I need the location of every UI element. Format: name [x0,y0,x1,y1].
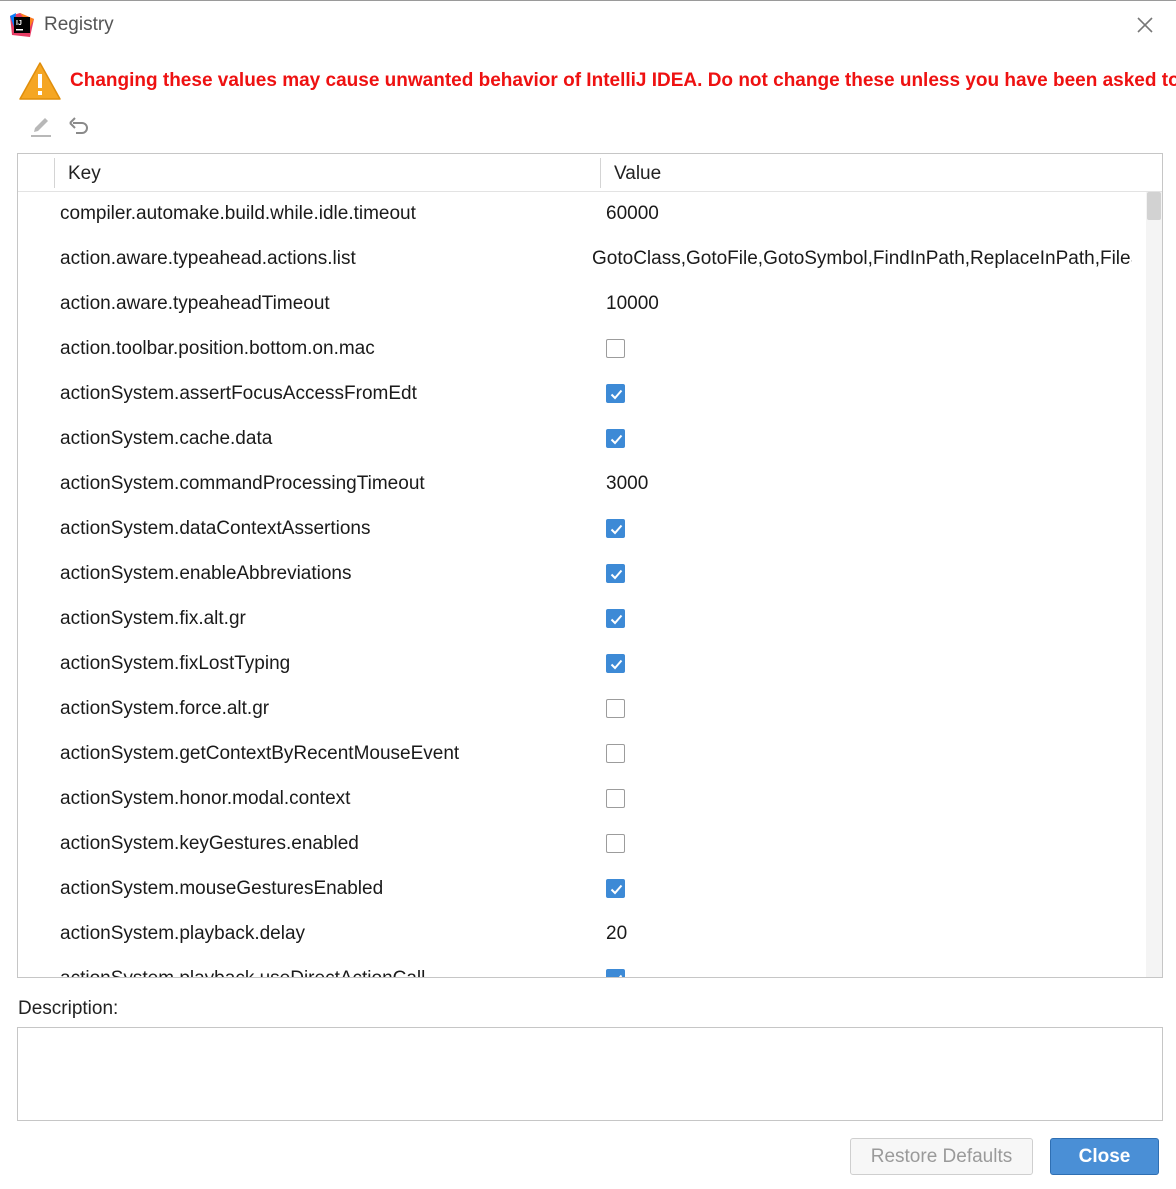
row-value-checkbox[interactable] [606,339,625,358]
row-key: actionSystem.fixLostTyping [60,653,291,674]
row-key: action.aware.typeaheadTimeout [60,293,330,314]
table-row[interactable]: actionSystem.playback.delay 20 [18,912,1146,957]
row-key: actionSystem.fix.alt.gr [60,608,246,629]
warning-banner: Changing these values may cause unwanted… [18,60,1176,104]
row-key: actionSystem.getContextByRecentMouseEven… [60,743,460,764]
row-key: action.aware.typeahead.actions.list [60,248,356,269]
column-separator[interactable] [600,158,601,188]
table-body: compiler.automake.build.while.idle.timeo… [18,192,1146,977]
row-key: actionSystem.honor.modal.context [60,788,351,809]
table-row[interactable]: compiler.automake.build.while.idle.timeo… [18,192,1146,237]
row-key: compiler.automake.build.while.idle.timeo… [60,203,416,224]
table-row[interactable]: actionSystem.cache.data [18,417,1146,462]
check-icon [610,659,623,670]
warning-text: Changing these values may cause unwanted… [70,70,1176,91]
table-row[interactable]: action.aware.typeahead.actions.list GotoC… [18,237,1146,282]
table-row[interactable]: actionSystem.enableAbbreviations [18,552,1146,597]
close-button[interactable]: Close [1050,1138,1159,1175]
close-icon[interactable] [1133,13,1157,37]
row-key: actionSystem.assertFocusAccessFromEdt [60,383,417,404]
row-value-checkbox[interactable] [606,429,625,448]
table-row[interactable]: actionSystem.keyGestures.enabled [18,822,1146,867]
svg-text:IJ: IJ [16,20,22,27]
scrollbar-thumb[interactable] [1147,192,1161,220]
row-value-checkbox[interactable] [606,789,625,808]
row-key: actionSystem.cache.data [60,428,273,449]
check-icon [610,389,623,400]
restore-defaults-button[interactable]: Restore Defaults [850,1138,1033,1175]
description-label: Description: [18,998,119,1019]
check-icon [610,614,623,625]
intellij-idea-icon: IJ [10,13,34,37]
table-row[interactable]: actionSystem.playback.useDirectActionCal… [18,957,1146,977]
row-key: actionSystem.dataContextAssertions [60,518,371,539]
row-value-text[interactable]: 3000 [606,473,1146,495]
check-icon [610,524,623,535]
row-key: actionSystem.enableAbbreviations [60,563,352,584]
row-value-checkbox[interactable] [606,564,625,583]
warning-triangle-icon [19,62,61,100]
title-bar: IJ Registry [0,0,1176,48]
row-value-checkbox[interactable] [606,879,625,898]
undo-icon[interactable] [66,114,92,140]
column-separator [54,158,55,188]
column-header-value[interactable]: Value [614,163,661,185]
row-key: actionSystem.commandProcessingTimeout [60,473,425,494]
table-row[interactable]: actionSystem.mouseGesturesEnabled [18,867,1146,912]
table-row[interactable]: actionSystem.honor.modal.context [18,777,1146,822]
table-row[interactable]: actionSystem.force.alt.gr [18,687,1146,732]
table-row[interactable]: actionSystem.assertFocusAccessFromEdt [18,372,1146,417]
row-value-checkbox[interactable] [606,654,625,673]
window-title: Registry [44,14,114,35]
row-value-checkbox[interactable] [606,969,625,977]
table-row[interactable]: action.toolbar.position.bottom.on.mac [18,327,1146,372]
column-header-key[interactable]: Key [68,163,101,185]
row-key: actionSystem.playback.useDirectActionCal… [60,968,425,977]
row-key: actionSystem.keyGestures.enabled [60,833,359,854]
table-header: Key Value [18,154,1162,192]
table-row[interactable]: action.aware.typeaheadTimeout 10000 [18,282,1146,327]
row-key: actionSystem.playback.delay [60,923,306,944]
table-row[interactable]: actionSystem.commandProcessingTimeout 300… [18,462,1146,507]
table-row[interactable]: actionSystem.getContextByRecentMouseEven… [18,732,1146,777]
row-value-text[interactable]: 20 [606,923,1146,945]
pencil-edit-icon[interactable] [28,114,54,140]
vertical-scrollbar[interactable] [1146,192,1162,977]
row-value-checkbox[interactable] [606,609,625,628]
row-value-checkbox[interactable] [606,699,625,718]
row-value-checkbox[interactable] [606,519,625,538]
row-value-checkbox[interactable] [606,744,625,763]
table-row[interactable]: actionSystem.fix.alt.gr [18,597,1146,642]
row-value-checkbox[interactable] [606,384,625,403]
check-icon [618,974,623,977]
check-icon [610,569,623,580]
row-value-text[interactable]: 60000 [606,203,1146,225]
row-key: actionSystem.mouseGesturesEnabled [60,878,384,899]
table-row[interactable]: actionSystem.dataContextAssertions [18,507,1146,552]
row-value-text[interactable]: GotoClass,GotoFile,GotoSymbol,FindInPath… [592,248,1132,270]
registry-table[interactable]: Key Value compiler.automake.build.while.… [17,153,1163,978]
row-value-checkbox[interactable] [606,834,625,853]
row-key: actionSystem.force.alt.gr [60,698,270,719]
row-key: action.toolbar.position.bottom.on.mac [60,338,375,359]
check-icon [610,434,623,445]
table-row[interactable]: actionSystem.fixLostTyping [18,642,1146,687]
row-value-text[interactable]: 10000 [606,293,1146,315]
check-icon [610,884,623,895]
description-field[interactable] [17,1027,1163,1121]
